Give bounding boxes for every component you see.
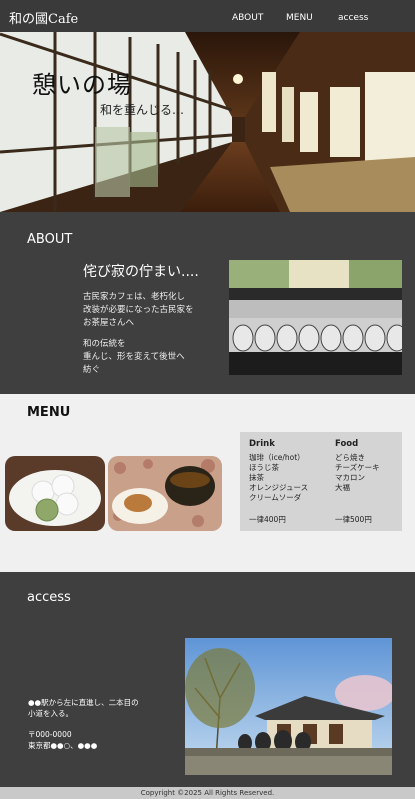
drink-heading: Drink bbox=[249, 439, 275, 449]
nav-link-menu[interactable]: MENU bbox=[286, 13, 313, 23]
about-line: 改装が必要になった古民家を bbox=[83, 305, 194, 315]
drink-price: 一律400円 bbox=[249, 515, 286, 524]
about-section-title: ABOUT bbox=[27, 232, 73, 247]
access-line: ●●駅から左に直進し、二本目の bbox=[28, 698, 139, 707]
access-address: 〒000-0000 東京都●●○、●●● bbox=[28, 730, 97, 751]
about-line: 古民家カフェは、老朽化し bbox=[83, 292, 186, 302]
list-item: チーズケーキ bbox=[335, 463, 380, 472]
about-line: お茶屋さんへ bbox=[83, 318, 135, 328]
menu-section-title: MENU bbox=[27, 405, 71, 420]
hero-title: 憩いの場 bbox=[32, 71, 132, 99]
access-section-title: access bbox=[27, 590, 71, 605]
list-item: 珈琲（ice/hot） bbox=[249, 453, 305, 462]
list-item: どら焼き bbox=[335, 453, 365, 462]
list-item: オレンジジュース bbox=[249, 483, 309, 492]
about-paragraph-1: 古民家カフェは、老朽化し 改装が必要になった古民家を お茶屋さんへ bbox=[83, 291, 213, 330]
about-paragraph-2: 和の伝統を 重んじ、形を変えて後世へ 紡ぐ bbox=[83, 338, 213, 377]
about-section: ABOUT 侘び寂の佇まい.... 古民家カフェは、老朽化し 改装が必要になった… bbox=[0, 212, 415, 394]
hero-corridor-image bbox=[0, 32, 415, 212]
about-line: 和の伝統を bbox=[83, 339, 126, 349]
food-list: どら焼き チーズケーキ マカロン 大福 bbox=[335, 453, 380, 493]
list-item: 大福 bbox=[335, 483, 350, 492]
drink-list: 珈琲（ice/hot） ほうじ茶 抹茶 オレンジジュース クリームソーダ bbox=[249, 453, 308, 503]
cafe-exterior-image bbox=[185, 638, 392, 775]
menu-section: MENU Drink 珈琲（ice/hot） ほうじ茶 抹茶 オレンジジュース … bbox=[0, 394, 415, 572]
hero-section: 憩いの場 和を重んじる… bbox=[0, 32, 415, 212]
price-list-card: Drink 珈琲（ice/hot） ほうじ茶 抹茶 オレンジジュース クリームソ… bbox=[240, 432, 402, 531]
food-heading: Food bbox=[335, 439, 359, 449]
nav-link-access[interactable]: access bbox=[338, 13, 368, 23]
list-item: マカロン bbox=[335, 473, 365, 482]
about-line: 重んじ、形を変えて後世へ bbox=[83, 352, 185, 362]
site-logo[interactable]: 和の國Cafe bbox=[9, 8, 78, 27]
list-item: 抹茶 bbox=[249, 473, 264, 482]
access-directions: ●●駅から左に直進し、二本目の 小道を入る。 bbox=[28, 698, 139, 719]
about-heading: 侘び寂の佇まい.... bbox=[83, 264, 199, 280]
list-item: ほうじ茶 bbox=[249, 463, 279, 472]
site-footer: Copyright ©2025 All Rights Reserved. bbox=[0, 787, 415, 799]
nav-link-about[interactable]: ABOUT bbox=[232, 13, 263, 23]
copyright-text: Copyright ©2025 All Rights Reserved. bbox=[140, 789, 275, 797]
hero-subtitle: 和を重んじる… bbox=[100, 103, 185, 117]
site-header: 和の國Cafe ABOUT MENU access bbox=[0, 0, 415, 32]
tea-and-sweets-image bbox=[108, 456, 222, 531]
about-line: 紡ぐ bbox=[83, 365, 101, 375]
access-line: 〒000-0000 bbox=[28, 730, 72, 739]
roof-tiles-image bbox=[229, 260, 402, 375]
access-line: 東京都●●○、●●● bbox=[28, 740, 98, 750]
access-section: access ●●駅から左に直進し、二本目の 小道を入る。 〒000-0000 … bbox=[0, 572, 415, 787]
list-item: クリームソーダ bbox=[249, 493, 302, 502]
access-line: 小道を入る。 bbox=[28, 708, 73, 718]
dango-image bbox=[5, 456, 105, 531]
food-price: 一律500円 bbox=[335, 515, 372, 524]
